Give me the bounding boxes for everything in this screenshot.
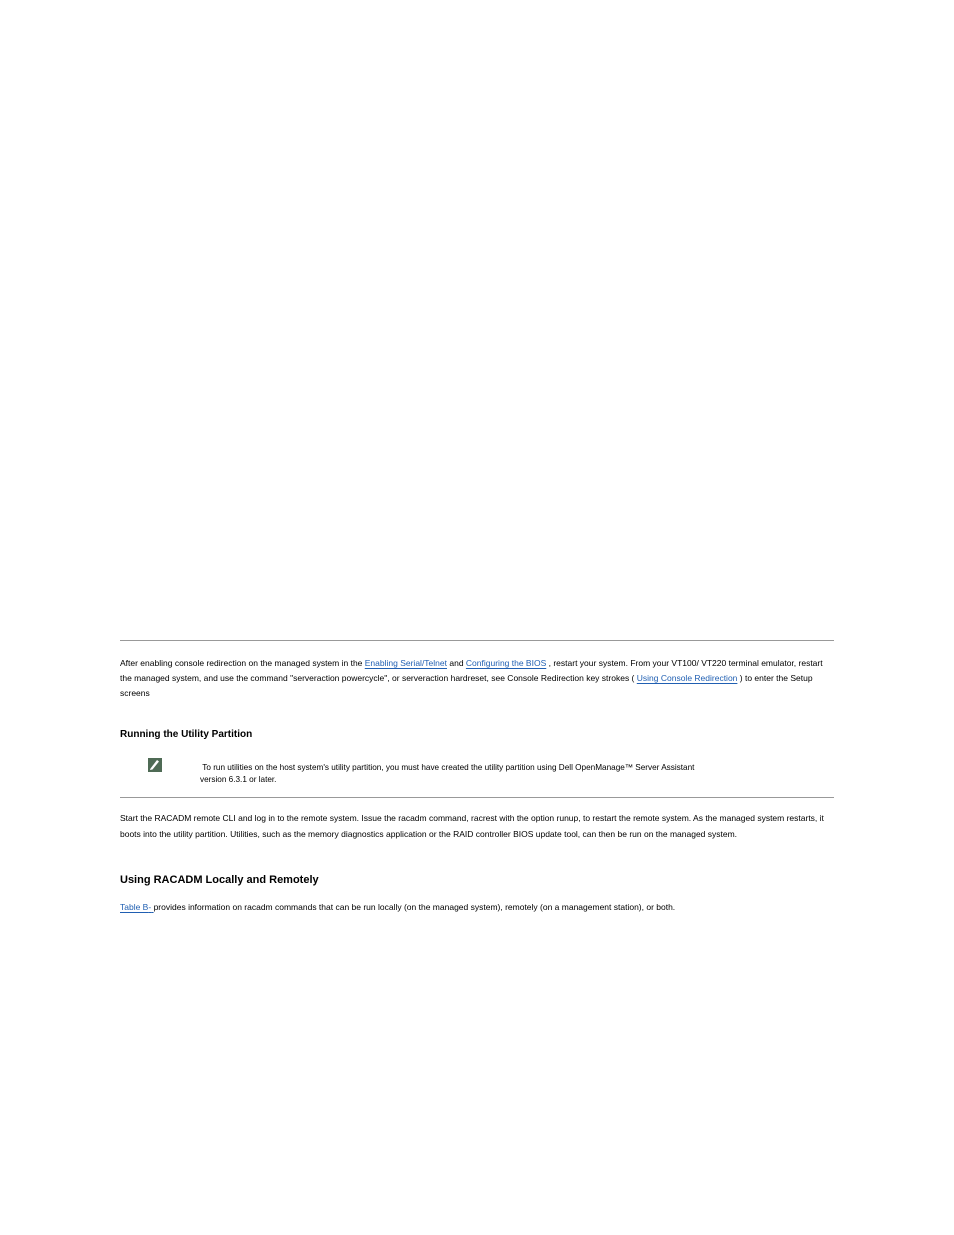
text-segment: and	[449, 658, 466, 668]
heading-using-racadm: Using RACADM Locally and Remotely	[120, 874, 834, 886]
text-segment: provides information on racadm commands …	[154, 902, 676, 912]
rule-after-note	[120, 797, 834, 799]
note-text: To run utilities on the host system's ut…	[200, 762, 834, 787]
link-table-b[interactable]: Table B-	[120, 902, 154, 912]
link-reg-dash: -	[148, 902, 151, 912]
paragraph-table-b: Table B- provides information on racadm …	[120, 902, 834, 912]
link-enabling-serial-telnet[interactable]: Enabling Serial/Telnet	[365, 658, 447, 668]
link-configuring-bios[interactable]: Configuring the BIOS	[466, 658, 546, 668]
link-text: Table B	[120, 902, 148, 912]
note-line-1: To run utilities on the host system's ut…	[200, 763, 694, 772]
note-block: To run utilities on the host system's ut…	[120, 762, 834, 797]
note-line-2: version 6.3.1 or later.	[200, 775, 276, 784]
note-icon	[148, 758, 162, 772]
heading-running-utility-partition: Running the Utility Partition	[120, 729, 834, 740]
text-segment: After enabling console redirection on th…	[120, 658, 365, 668]
rule-top	[120, 640, 834, 642]
link-using-console-redirection[interactable]: Using Console Redirection	[637, 673, 738, 683]
page: After enabling console redirection on th…	[0, 0, 954, 1235]
paragraph-racadm-remote: Start the RACADM remote CLI and log in t…	[120, 811, 834, 842]
content-block: After enabling console redirection on th…	[120, 640, 834, 912]
paragraph-console-redirection: After enabling console redirection on th…	[120, 656, 834, 701]
